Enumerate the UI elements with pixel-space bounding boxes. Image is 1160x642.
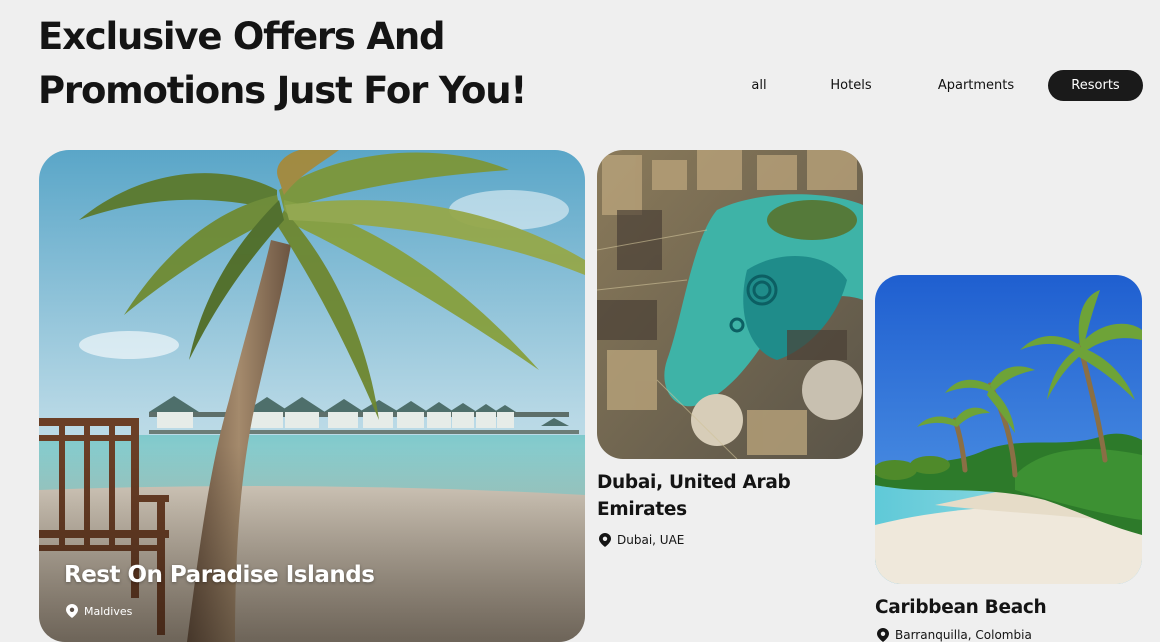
dubai-card-location-text: Dubai, UAE [617, 533, 685, 547]
tab-hotels[interactable]: Hotels [798, 70, 904, 101]
card-title: Rest On Paradise Islands [64, 562, 375, 588]
dubai-card-title: Dubai, United Arab Emirates [597, 469, 791, 523]
dubai-card-title-line-2: Emirates [597, 499, 687, 520]
card-location-text: Maldives [84, 604, 133, 618]
offer-card-dubai[interactable] [597, 150, 863, 459]
card-location: Maldives [66, 604, 132, 618]
page-title-line-1: Exclusive Offers And [38, 15, 445, 58]
caribbean-card-title: Caribbean Beach [875, 597, 1047, 618]
dubai-card-location: Dubai, UAE [599, 533, 684, 547]
tab-all[interactable]: all [724, 70, 794, 101]
dubai-aerial-image [597, 150, 863, 459]
map-pin-icon [599, 533, 611, 547]
page-title: Exclusive Offers And Promotions Just For… [38, 10, 527, 118]
category-filter-tabs: all Hotels Apartments Resorts [724, 70, 1143, 101]
tab-resorts[interactable]: Resorts [1048, 70, 1143, 101]
caribbean-card-location: Barranquilla, Colombia [877, 628, 1032, 642]
map-pin-icon [66, 604, 78, 618]
offer-card-caribbean-beach[interactable] [875, 275, 1142, 584]
dubai-card-title-line-1: Dubai, United Arab [597, 472, 791, 493]
offer-card-paradise-islands[interactable]: Rest On Paradise Islands Maldives [39, 150, 585, 642]
page-title-line-2: Promotions Just For You! [38, 69, 527, 112]
caribbean-card-location-text: Barranquilla, Colombia [895, 628, 1032, 642]
caribbean-beach-image [875, 275, 1142, 584]
map-pin-icon [877, 628, 889, 642]
tab-apartments[interactable]: Apartments [916, 70, 1036, 101]
